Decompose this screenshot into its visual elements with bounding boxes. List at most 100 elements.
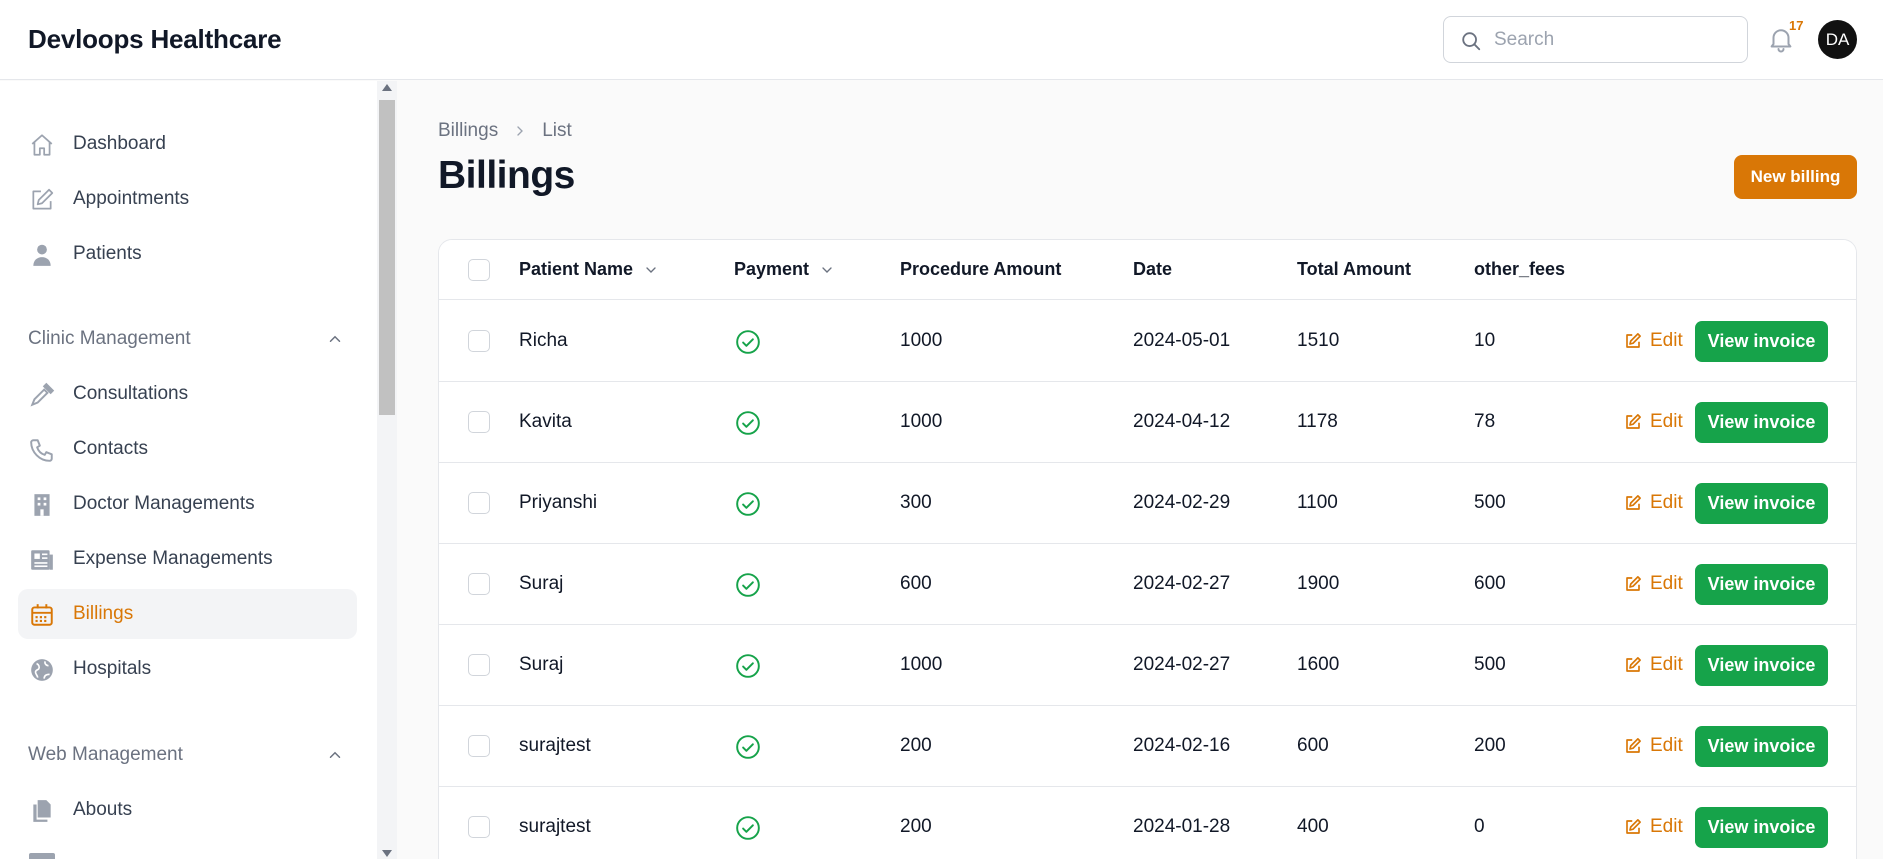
user-avatar[interactable]: DA (1818, 20, 1857, 59)
user-icon (33, 244, 51, 266)
sidebar-item-consultations[interactable]: Consultations (18, 369, 357, 419)
sidebar-item-hospitals[interactable]: Hospitals (18, 644, 357, 694)
view-invoice-button[interactable]: View invoice (1695, 645, 1828, 686)
edit-link[interactable]: Edit (1624, 330, 1683, 352)
cell-total-amount: 1900 (1297, 573, 1340, 594)
cell-date: 2024-05-01 (1133, 330, 1231, 351)
column-header-total-amount: Total Amount (1297, 259, 1411, 279)
edit-link[interactable]: Edit (1624, 411, 1683, 433)
chevron-right-icon (517, 126, 524, 136)
payment-paid-check-icon (735, 572, 761, 598)
select-all-checkbox[interactable] (468, 259, 490, 281)
sidebar-item-doctor-managements[interactable]: Doctor Managements (18, 479, 357, 529)
breadcrumb: Billings List (438, 120, 572, 142)
row-checkbox[interactable] (468, 735, 490, 757)
row-checkbox[interactable] (468, 573, 490, 595)
row-checkbox[interactable] (468, 816, 490, 838)
view-invoice-button[interactable]: View invoice (1695, 807, 1828, 848)
row-checkbox[interactable] (468, 492, 490, 514)
new-billing-button[interactable]: New billing (1734, 155, 1857, 199)
billings-table: Patient Name Payment Procedure Amount Da… (438, 239, 1857, 859)
edit-link[interactable]: Edit (1624, 654, 1683, 676)
row-checkbox[interactable] (468, 654, 490, 676)
chevron-down-icon[interactable] (819, 262, 835, 278)
scroll-down-arrow-icon[interactable] (382, 850, 392, 857)
cell-date: 2024-01-28 (1133, 816, 1231, 837)
app-title[interactable]: Devloops Healthcare (28, 24, 282, 55)
view-invoice-button[interactable]: View invoice (1695, 402, 1828, 443)
column-header-payment[interactable]: Payment (734, 259, 835, 280)
row-checkbox[interactable] (468, 411, 490, 433)
sidebar-item-label: Dashboard (73, 133, 166, 154)
payment-paid-check-icon (735, 653, 761, 679)
edit-icon (1626, 414, 1641, 429)
table-row: surajtest 200 2024-01-28 400 0 Edit View invoi… (439, 787, 1856, 859)
cell-total-amount: 400 (1297, 816, 1329, 837)
group-label-clinic-management[interactable]: Clinic Management (28, 328, 191, 350)
column-header-procedure-amount: Procedure Amount (900, 259, 1062, 279)
cell-date: 2024-02-27 (1133, 654, 1231, 675)
cell-other-fees: 0 (1474, 816, 1485, 837)
edit-link[interactable]: Edit (1624, 573, 1683, 595)
cell-procedure-amount: 600 (900, 573, 932, 594)
column-header-patient-name[interactable]: Patient Name (519, 259, 659, 280)
chevron-up-icon[interactable] (326, 746, 344, 764)
cell-procedure-amount: 1000 (900, 330, 943, 351)
cell-total-amount: 1510 (1297, 330, 1340, 351)
sidebar-item-label: Expense Managements (73, 548, 273, 569)
sidebar-item-patients[interactable]: Patients (18, 229, 357, 279)
payment-paid-check-icon (735, 329, 761, 355)
notifications-count-badge: 17 (1789, 18, 1804, 33)
sidebar-item-label: Billings (73, 603, 134, 624)
search-input[interactable] (1494, 25, 1734, 55)
sidebar-item-label: Consultations (73, 383, 189, 404)
search-icon (1462, 32, 1481, 51)
cell-date: 2024-02-27 (1133, 573, 1231, 594)
sidebar-item-label: Appointments (73, 188, 190, 209)
documents-icon (33, 800, 51, 822)
chevron-up-icon[interactable] (326, 330, 344, 348)
search-box[interactable] (1443, 16, 1748, 63)
cell-date: 2024-02-16 (1133, 735, 1231, 756)
sidebar-item-label: Abouts (73, 799, 133, 820)
cell-total-amount: 600 (1297, 735, 1329, 756)
breadcrumb-item-billings[interactable]: Billings (438, 120, 498, 142)
edit-icon (1626, 738, 1641, 753)
view-invoice-button[interactable]: View invoice (1695, 321, 1828, 362)
view-invoice-button[interactable]: View invoice (1695, 483, 1828, 524)
cell-patient-name: surajtest (519, 816, 591, 837)
sidebar-item-appointments[interactable]: Appointments (18, 174, 357, 224)
payment-paid-check-icon (735, 815, 761, 841)
cell-other-fees: 500 (1474, 654, 1506, 675)
sidebar-item-dashboard[interactable]: Dashboard (18, 119, 357, 169)
column-header-other-fees: other_fees (1474, 259, 1566, 279)
breadcrumb-item-list: List (542, 120, 572, 141)
edit-icon (1626, 576, 1641, 591)
view-invoice-button[interactable]: View invoice (1695, 726, 1828, 767)
sidebar-item-contacts[interactable]: Contacts (18, 424, 357, 474)
cell-procedure-amount: 200 (900, 735, 932, 756)
sidebar-item-abouts[interactable]: Abouts (18, 785, 357, 835)
table-row: Suraj 600 2024-02-27 1900 600 Edit View invoic… (439, 544, 1856, 625)
payment-paid-check-icon (735, 410, 761, 436)
edit-link[interactable]: Edit (1624, 816, 1683, 838)
scroll-up-arrow-icon[interactable] (382, 84, 392, 91)
sidebar-item-expense-managements[interactable]: Expense Managements (18, 534, 357, 584)
cell-procedure-amount: 1000 (900, 654, 943, 675)
edit-label: Edit (1650, 654, 1683, 675)
chevron-down-icon[interactable] (643, 262, 659, 278)
building-icon (34, 494, 50, 516)
edit-link[interactable]: Edit (1624, 492, 1683, 514)
row-checkbox[interactable] (468, 330, 490, 352)
edit-label: Edit (1650, 816, 1683, 837)
top-bar: Devloops Healthcare 17 DA (0, 0, 1883, 80)
globe-icon (31, 659, 53, 681)
payment-paid-check-icon (735, 491, 761, 517)
table-row: Suraj 1000 2024-02-27 1600 500 Edit View invoi… (439, 625, 1856, 706)
edit-link[interactable]: Edit (1624, 735, 1683, 757)
cell-other-fees: 500 (1474, 492, 1506, 513)
sidebar-scrollbar-thumb[interactable] (379, 100, 395, 415)
group-label-web-management[interactable]: Web Management (28, 744, 183, 766)
view-invoice-button[interactable]: View invoice (1695, 564, 1828, 605)
sidebar-item-billings[interactable]: Billings (18, 589, 357, 639)
